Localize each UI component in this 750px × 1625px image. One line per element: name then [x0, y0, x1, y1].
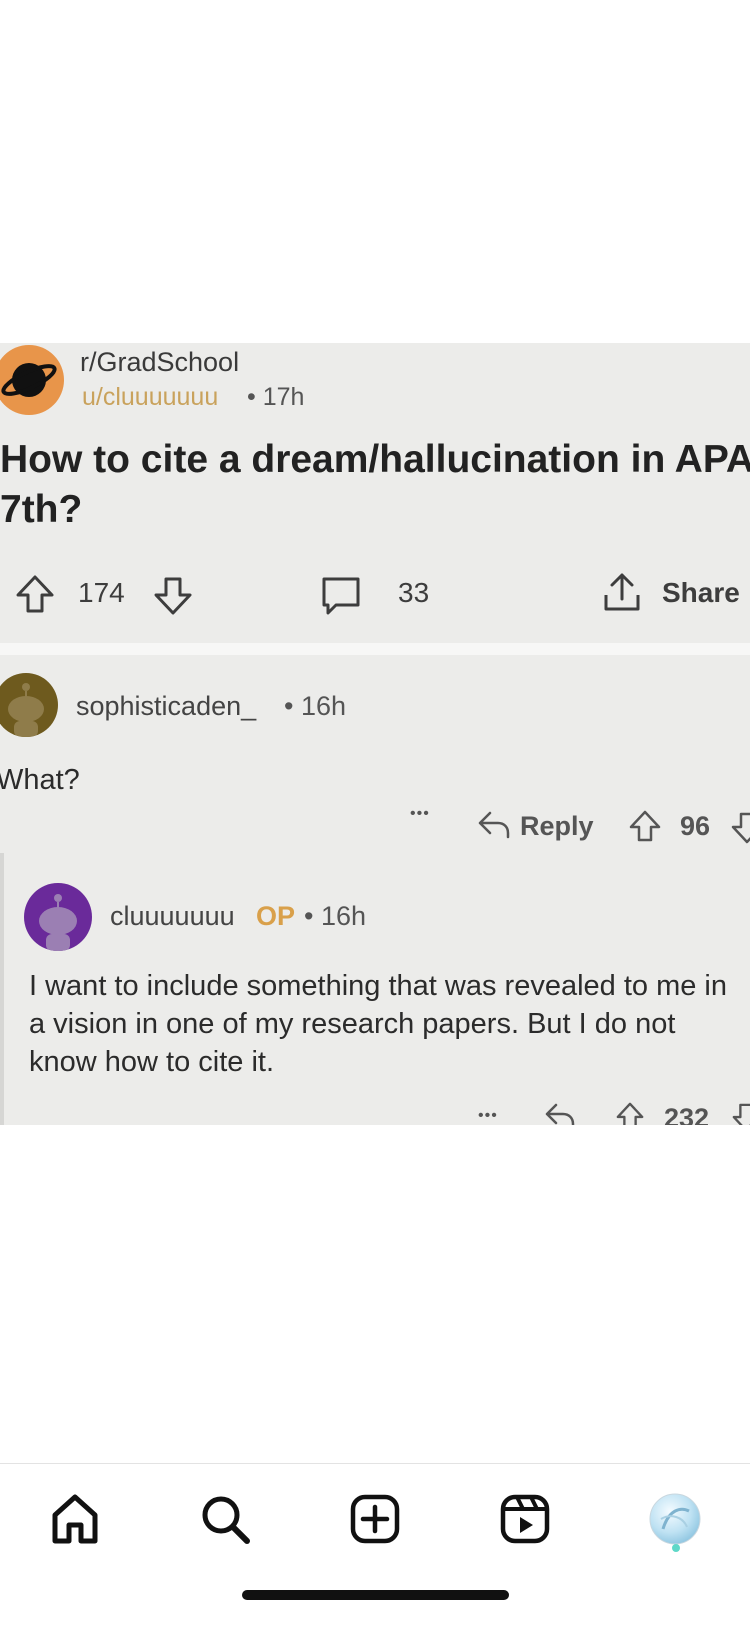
home-icon[interactable] — [45, 1489, 105, 1549]
more-options-icon: ••• — [410, 805, 430, 822]
comment-author: sophisticaden_ — [76, 691, 257, 721]
post-title-line2: 7th? — [0, 488, 83, 531]
upvote-icon — [16, 575, 54, 613]
downvote-icon — [154, 577, 192, 615]
bottom-nav-bar — [0, 1463, 750, 1625]
comment-body: What? — [0, 764, 80, 796]
reddit-post-screenshot: r/GradSchool u/cluuuuuuu • 17h How to ci… — [0, 343, 750, 1125]
op-badge: OP — [256, 901, 296, 931]
post-upvote-count: 174 — [78, 577, 125, 608]
comment-time: • 16h — [304, 901, 367, 931]
notification-dot — [672, 1544, 680, 1552]
snoo-icon — [8, 683, 44, 737]
more-options-icon: ••• — [478, 1107, 498, 1124]
subreddit-name: r/GradSchool — [80, 347, 240, 377]
post-title-line1: How to cite a dream/hallucination in APA — [0, 438, 750, 481]
comment-vote-count: 96 — [680, 811, 711, 841]
downvote-icon — [731, 812, 750, 844]
reels-icon[interactable] — [495, 1489, 555, 1549]
thread-line — [0, 853, 4, 1125]
reply-button: Reply — [520, 811, 594, 841]
downvote-icon — [732, 1103, 750, 1125]
subreddit-avatar — [0, 345, 64, 415]
home-indicator — [242, 1590, 509, 1600]
comment-time: • 16h — [284, 691, 347, 721]
snoo-icon — [39, 894, 77, 951]
reply-icon — [545, 1103, 575, 1125]
comment-author: cluuuuuuu — [110, 901, 235, 931]
reply-icon — [478, 811, 510, 839]
commenter-avatar — [24, 883, 92, 951]
post-time: • 17h — [247, 383, 305, 411]
create-icon[interactable] — [345, 1489, 405, 1549]
post-comment-count: 33 — [398, 577, 430, 608]
upvote-icon — [616, 1102, 644, 1125]
profile-icon[interactable] — [645, 1489, 705, 1549]
upvote-icon — [629, 810, 661, 842]
search-icon[interactable] — [195, 1489, 255, 1549]
divider — [0, 643, 750, 655]
post-title: How to cite a dream/hallucination in APA… — [0, 435, 750, 535]
comment-icon — [322, 577, 360, 615]
post-author: u/cluuuuuuu — [82, 383, 219, 411]
share-label: Share — [662, 577, 740, 608]
share-icon — [604, 573, 640, 611]
planet-icon — [1, 363, 57, 397]
comment-vote-count: 232 — [664, 1103, 710, 1125]
commenter-avatar — [0, 673, 58, 737]
comment-body: I want to include something that was rev… — [29, 970, 727, 1078]
